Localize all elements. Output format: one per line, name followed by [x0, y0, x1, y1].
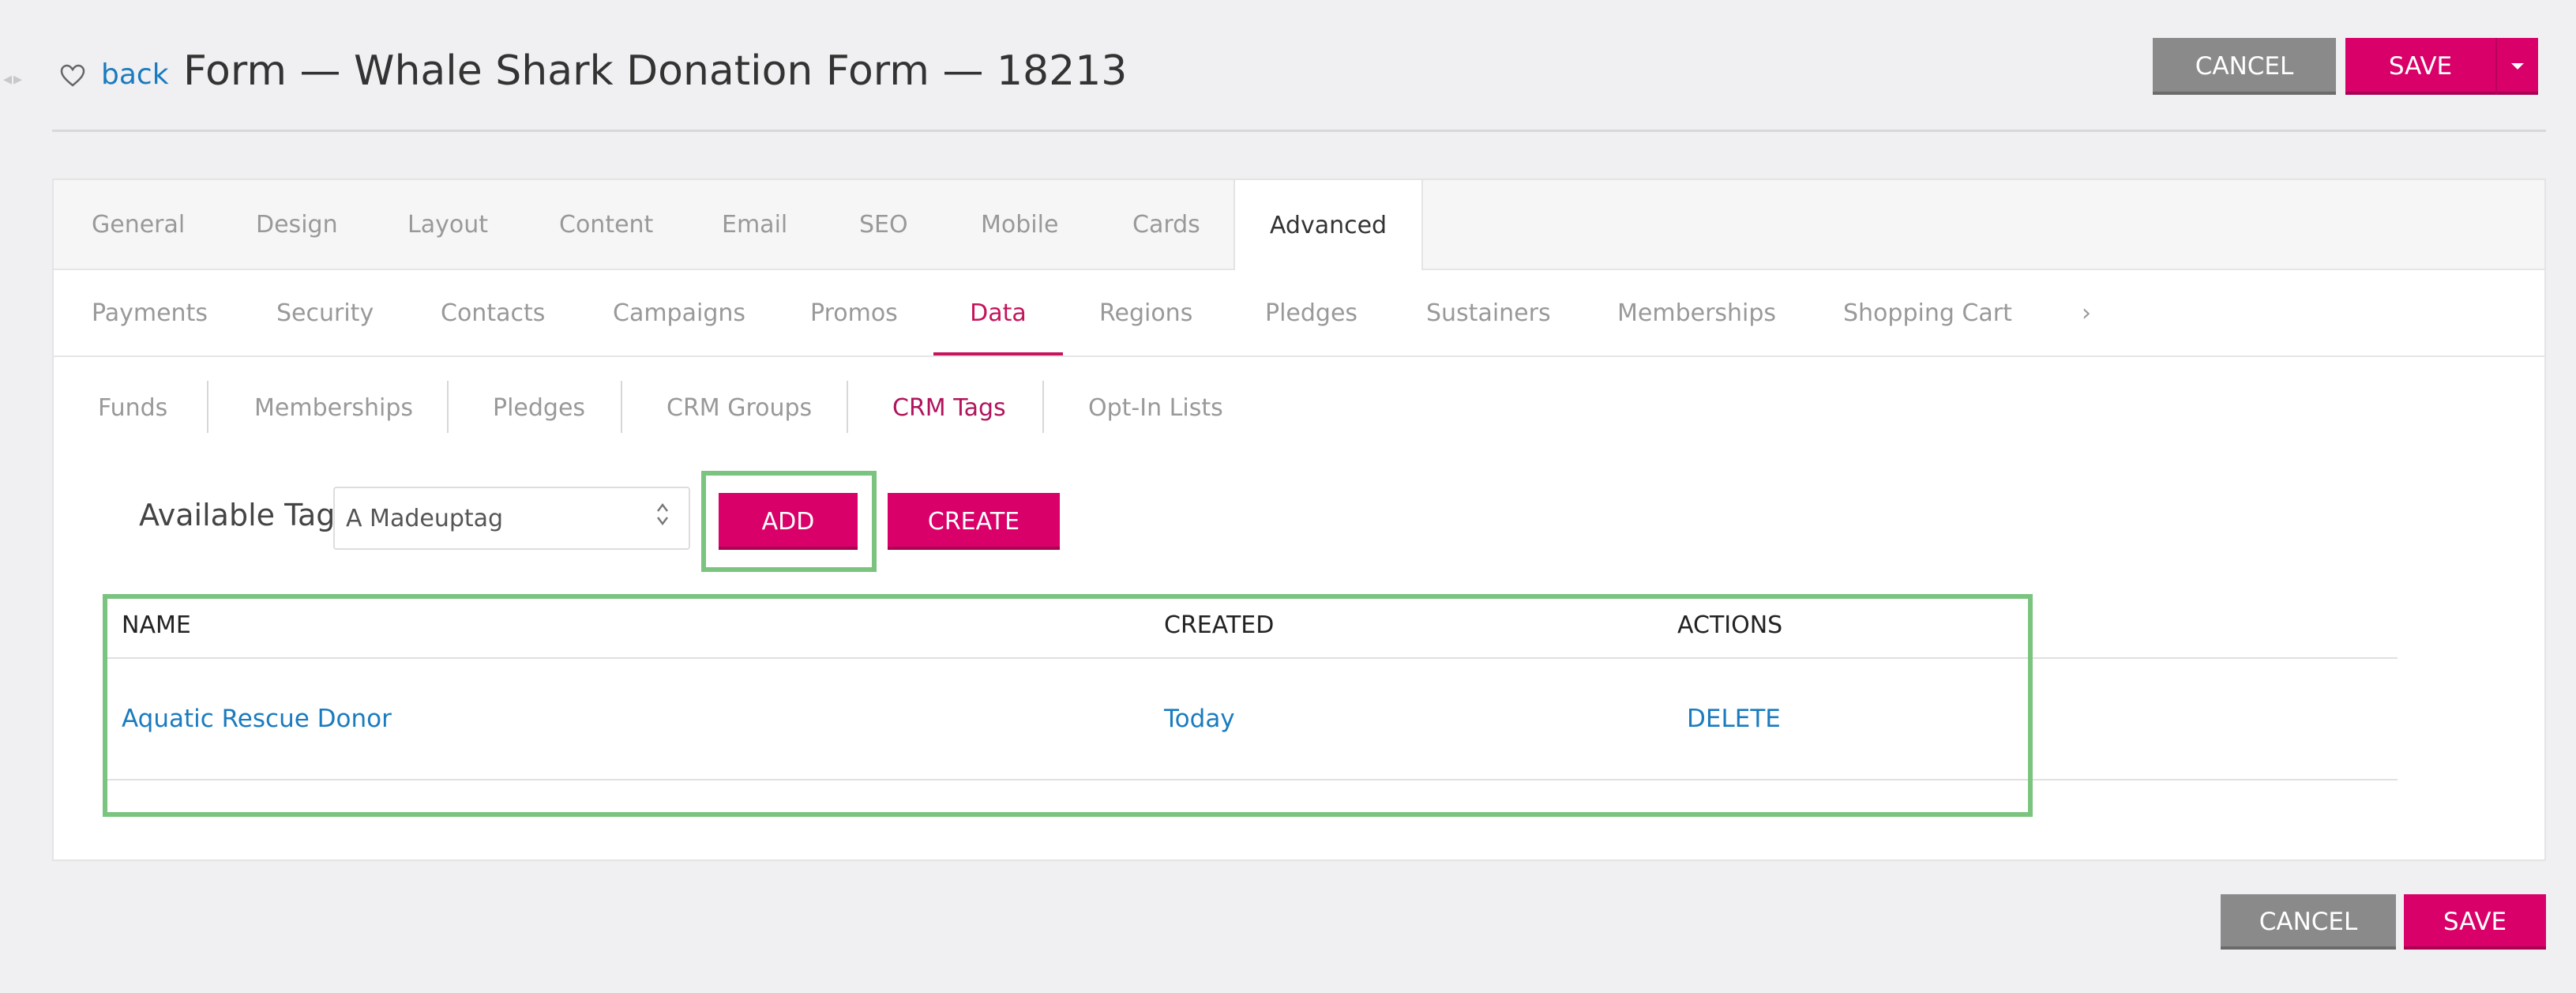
- tab-separator: [447, 381, 449, 433]
- tab-separator: [621, 381, 622, 433]
- tab-email[interactable]: Email: [722, 180, 787, 269]
- create-tag-button[interactable]: CREATE: [888, 493, 1060, 550]
- subtab-security[interactable]: Security: [276, 270, 374, 355]
- header-save-button[interactable]: SAVE: [2345, 38, 2495, 95]
- tab-layout[interactable]: Layout: [407, 180, 488, 269]
- select-updown-icon-svg: [657, 503, 668, 525]
- footer-save-button[interactable]: SAVE: [2404, 894, 2546, 950]
- tertiary-tab-funds[interactable]: Funds: [98, 386, 167, 430]
- split-divider: [2495, 38, 2497, 95]
- tertiary-tab-crm-tags[interactable]: CRM Tags: [892, 386, 1006, 430]
- tertiary-tab-pledges[interactable]: Pledges: [493, 386, 585, 430]
- caret-down-icon: [2511, 63, 2524, 70]
- tertiary-tab-memberships[interactable]: Memberships: [254, 386, 413, 430]
- subtab-promos[interactable]: Promos: [810, 270, 898, 355]
- add-tag-button[interactable]: ADD: [719, 493, 858, 550]
- save-options-button[interactable]: [2497, 38, 2538, 95]
- subtab-regions[interactable]: Regions: [1099, 270, 1192, 355]
- select-updown-icon: [655, 501, 670, 530]
- header-cancel-button[interactable]: CANCEL: [2153, 38, 2336, 95]
- heart-icon[interactable]: [57, 60, 88, 92]
- secondary-tab-divider: [54, 355, 2544, 357]
- header-divider: [52, 130, 2546, 132]
- subtab-data[interactable]: Data: [933, 270, 1063, 355]
- history-arrows-icon[interactable]: ◂▸: [3, 70, 24, 89]
- tab-seo[interactable]: SEO: [859, 180, 908, 269]
- subtab-payments[interactable]: Payments: [92, 270, 208, 355]
- tab-general[interactable]: General: [92, 180, 185, 269]
- subtab-more-chevron-icon[interactable]: ›: [2082, 270, 2091, 355]
- tab-separator: [207, 381, 208, 433]
- heart-icon-svg: [60, 64, 85, 87]
- tab-cards[interactable]: Cards: [1132, 180, 1200, 269]
- page-title: Form — Whale Shark Donation Form — 18213: [183, 47, 1128, 95]
- tab-separator: [1042, 381, 1044, 433]
- subtab-sustainers[interactable]: Sustainers: [1426, 270, 1551, 355]
- tab-content[interactable]: Content: [559, 180, 653, 269]
- subtab-campaigns[interactable]: Campaigns: [613, 270, 745, 355]
- tab-mobile[interactable]: Mobile: [981, 180, 1058, 269]
- tertiary-tab-opt-in-lists[interactable]: Opt-In Lists: [1088, 386, 1223, 430]
- selected-tag-value: A Madeuptag: [346, 504, 504, 532]
- tags-table-highlight: [103, 594, 2033, 817]
- footer-cancel-button[interactable]: CANCEL: [2221, 894, 2396, 950]
- tertiary-tab-crm-groups[interactable]: CRM Groups: [667, 386, 812, 430]
- subtab-contacts[interactable]: Contacts: [441, 270, 545, 355]
- subtab-pledges[interactable]: Pledges: [1265, 270, 1357, 355]
- available-tags-select[interactable]: A Madeuptag: [333, 487, 690, 550]
- tab-design[interactable]: Design: [256, 180, 338, 269]
- tab-advanced[interactable]: Advanced: [1234, 180, 1423, 270]
- available-tags-label: Available Tags: [139, 498, 351, 532]
- tab-separator: [847, 381, 848, 433]
- back-link[interactable]: back: [101, 58, 169, 91]
- subtab-shopping-cart[interactable]: Shopping Cart: [1843, 270, 2012, 355]
- subtab-memberships[interactable]: Memberships: [1617, 270, 1776, 355]
